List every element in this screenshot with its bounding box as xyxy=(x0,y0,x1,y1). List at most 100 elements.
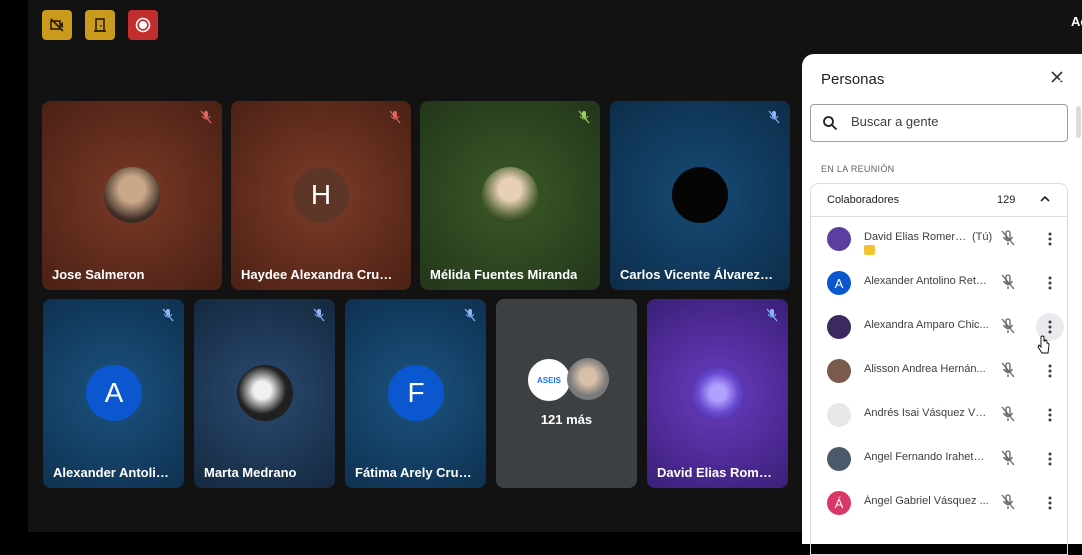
more-options-button[interactable] xyxy=(1036,445,1064,473)
camera-off-button[interactable] xyxy=(42,10,72,40)
more-vert-icon xyxy=(1048,408,1052,422)
search-icon xyxy=(823,116,838,131)
participant-name: Ángel Gabriel Vásquez ... xyxy=(864,495,989,507)
more-options-button[interactable] xyxy=(1036,357,1064,385)
participant-name: Haydee Alexandra Cruz ... xyxy=(241,267,394,282)
more-vert-icon xyxy=(1048,364,1052,378)
participant-tile[interactable]: Mélida Fuentes Miranda xyxy=(420,101,600,290)
more-options-button[interactable] xyxy=(1036,401,1064,429)
more-count: 121 más xyxy=(540,412,593,427)
mic-off-icon xyxy=(768,110,780,124)
mic-off-icon xyxy=(200,110,212,124)
participant-row[interactable]: Alexandra Amparo Chic... xyxy=(811,305,1067,349)
participant-photo xyxy=(567,358,609,400)
mic-off-icon xyxy=(1001,274,1015,290)
search-input[interactable] xyxy=(851,114,1051,129)
mic-off-icon xyxy=(1001,318,1015,334)
section-label: EN LA REUNIÓN xyxy=(821,164,895,174)
more-vert-icon xyxy=(1048,320,1052,334)
top-right-text: Ac xyxy=(1071,14,1082,29)
participant-tile[interactable]: A Alexander Antolin... xyxy=(43,299,184,488)
participant-photo xyxy=(690,365,746,421)
mic-off-icon xyxy=(389,110,401,124)
mouse-cursor-icon xyxy=(1037,335,1050,354)
mic-off-icon xyxy=(766,308,778,322)
participant-avatar: A xyxy=(827,271,851,295)
mic-off-icon xyxy=(162,308,174,322)
participant-avatar: A xyxy=(86,365,142,421)
mic-off-icon xyxy=(1001,450,1015,466)
participant-avatar xyxy=(827,447,851,471)
participant-name: Carlos Vicente Álvarez P... xyxy=(620,267,773,282)
record-icon xyxy=(135,17,151,33)
search-box[interactable] xyxy=(810,104,1068,142)
chevron-up-icon xyxy=(1040,195,1050,202)
more-vert-icon xyxy=(1048,232,1052,246)
camera-off-icon xyxy=(50,18,64,32)
scrollbar[interactable] xyxy=(1076,106,1081,138)
mic-off-icon xyxy=(1001,406,1015,422)
participant-avatar xyxy=(827,403,851,427)
participant-name: Alexandra Amparo Chic... xyxy=(864,319,989,331)
group-header[interactable]: Colaboradores 129 xyxy=(811,184,1067,217)
participant-photo xyxy=(237,365,293,421)
participant-row[interactable]: Alisson Andrea Hernán... xyxy=(811,349,1067,393)
participant-name: Mélida Fuentes Miranda xyxy=(430,267,578,282)
participant-name: Alexander Antolin... xyxy=(53,465,173,480)
participant-row[interactable]: A Alexander Antolino Reta... xyxy=(811,261,1067,305)
participant-row[interactable]: David Elias Romero... (Tú) xyxy=(811,217,1067,261)
participant-name: Fátima Arely Cruz... xyxy=(355,465,475,480)
participant-row[interactable]: Angel Fernando Iraheta ... xyxy=(811,437,1067,481)
mic-off-icon xyxy=(464,308,476,322)
participant-photo: ASEIS xyxy=(527,358,571,402)
group-title: Colaboradores xyxy=(827,194,900,206)
participant-row[interactable]: Á Ángel Gabriel Vásquez ... xyxy=(811,481,1067,525)
mic-off-icon xyxy=(578,110,590,124)
top-toolbar xyxy=(42,10,158,40)
more-vert-icon xyxy=(1048,276,1052,290)
participant-name: Alexander Antolino Reta... xyxy=(864,275,989,287)
participant-row[interactable]: Andrés Isai Vásquez Vás... xyxy=(811,393,1067,437)
people-panel: Personas Configur EN LA REUNIÓN Colabora… xyxy=(802,54,1082,555)
more-vert-icon xyxy=(1048,496,1052,510)
participant-avatar xyxy=(827,315,851,339)
more-participants-tile[interactable]: ASEIS 121 más xyxy=(496,299,637,488)
participant-tile[interactable]: David Elias Rome... xyxy=(647,299,788,488)
participant-tile[interactable]: Carlos Vicente Álvarez P... xyxy=(610,101,790,290)
participant-photo xyxy=(104,167,160,223)
participants-group: Colaboradores 129 David Elias Romero...(… xyxy=(810,183,1068,555)
participant-name: Jose Salmeron xyxy=(52,267,145,282)
mic-off-icon xyxy=(1001,230,1015,246)
you-label: (Tú) xyxy=(972,231,993,243)
more-options-button[interactable] xyxy=(1036,269,1064,297)
participant-photo xyxy=(672,167,728,223)
participant-tile[interactable]: Marta Medrano xyxy=(194,299,335,488)
participant-tile[interactable]: H Haydee Alexandra Cruz ... xyxy=(231,101,411,290)
participant-avatar xyxy=(827,359,851,383)
participant-name: David Elias Romero... xyxy=(864,231,969,243)
panel-title: Personas xyxy=(821,71,885,88)
more-options-button[interactable] xyxy=(1036,489,1064,517)
mic-off-icon xyxy=(1001,362,1015,378)
participant-tile[interactable]: Jose Salmeron xyxy=(42,101,222,290)
more-options-button[interactable] xyxy=(1036,225,1064,253)
settings-overlay-text: Configur xyxy=(1029,77,1082,92)
host-badge-icon xyxy=(864,245,875,255)
participant-tile[interactable]: F Fátima Arely Cruz... xyxy=(345,299,486,488)
participant-avatar: H xyxy=(293,167,349,223)
participant-avatar: Á xyxy=(827,491,851,515)
door-button[interactable] xyxy=(85,10,115,40)
participant-name: Angel Fernando Iraheta ... xyxy=(864,451,989,463)
mic-off-icon xyxy=(313,308,325,322)
participant-name: Marta Medrano xyxy=(204,465,297,480)
door-icon xyxy=(94,18,106,32)
participant-avatar: F xyxy=(388,365,444,421)
participant-name: David Elias Rome... xyxy=(657,465,777,480)
participant-photo xyxy=(482,167,538,223)
participant-name: Andrés Isai Vásquez Vás... xyxy=(864,407,989,419)
participant-name: Alisson Andrea Hernán... xyxy=(864,363,986,375)
mic-off-icon xyxy=(1001,494,1015,510)
record-button[interactable] xyxy=(128,10,158,40)
more-vert-icon xyxy=(1048,452,1052,466)
participant-avatar xyxy=(827,227,851,251)
